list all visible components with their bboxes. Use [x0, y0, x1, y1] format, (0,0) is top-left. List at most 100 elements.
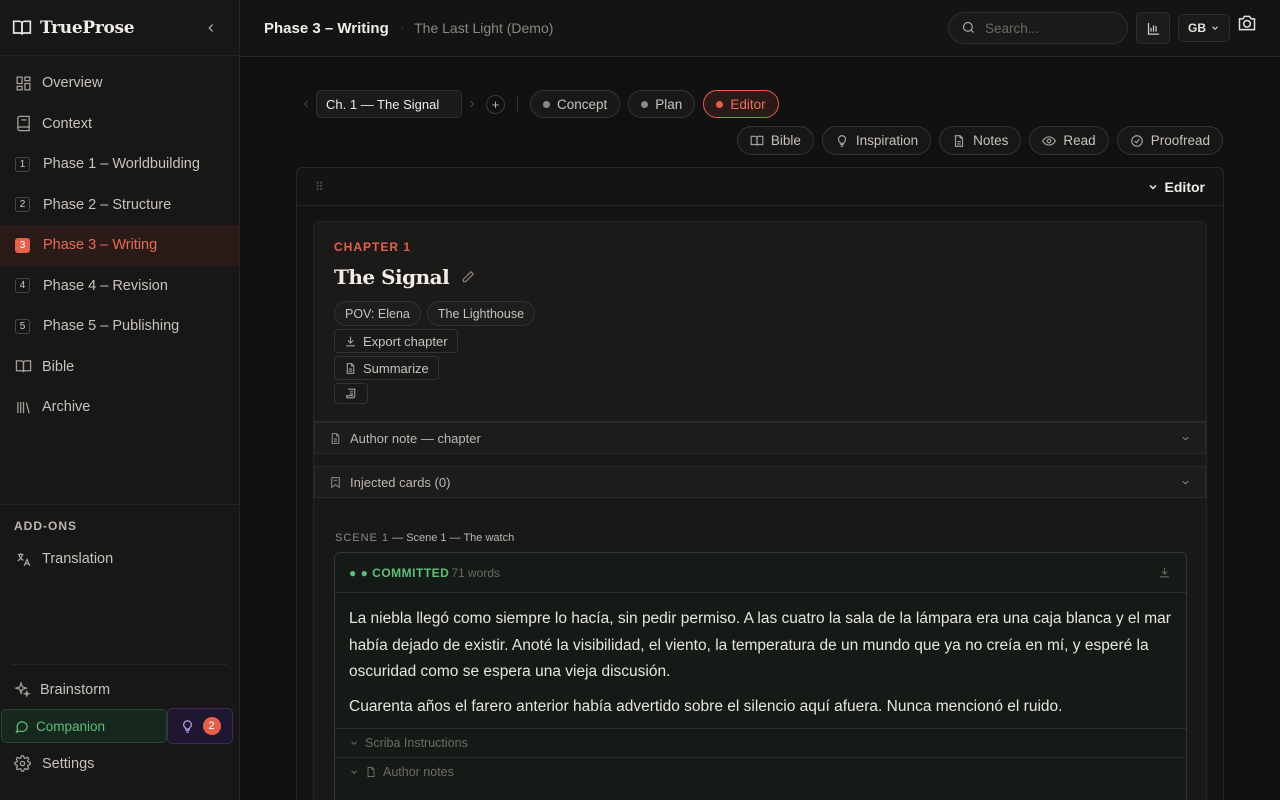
- sidebar-item-label: Context: [42, 115, 92, 132]
- ideas-count-badge: 2: [202, 717, 221, 735]
- sidebar-item-phase-3[interactable]: 3 Phase 3 – Writing: [0, 225, 239, 266]
- chevron-down-icon: [1180, 433, 1191, 444]
- sidebar-item-translation[interactable]: Translation: [0, 539, 239, 580]
- document-icon: [952, 134, 966, 148]
- bookmark-icon: [329, 476, 342, 489]
- author-note-label: Author note — chapter: [350, 430, 481, 446]
- pencil-icon[interactable]: [461, 270, 475, 284]
- chapter-toolbar: Ch. 1 — The Signal + Concept Plan Editor: [296, 89, 787, 119]
- chapter-header: CHAPTER 1 The Signal POV: Elena The Ligh…: [314, 222, 1206, 422]
- settings-label: Settings: [42, 756, 95, 772]
- gear-icon: [14, 755, 32, 773]
- bible-button[interactable]: Bible: [736, 126, 814, 155]
- phase-number-badge: 1: [15, 156, 30, 172]
- sidebar-item-label: Phase 5 – Publishing: [43, 318, 180, 335]
- language-label: GB: [1188, 21, 1206, 35]
- scriba-instructions-toggle[interactable]: Scriba Instructions: [335, 728, 1186, 757]
- notes-button[interactable]: Notes: [939, 126, 1022, 155]
- chapter-select[interactable]: Ch. 1 — The Signal: [316, 90, 462, 118]
- proofread-button[interactable]: Proofread: [1116, 126, 1223, 155]
- screenshot-button[interactable]: [1236, 12, 1258, 34]
- prev-chapter-icon[interactable]: [296, 90, 316, 118]
- inspiration-button[interactable]: Inspiration: [821, 126, 932, 155]
- tab-concept[interactable]: Concept: [530, 90, 621, 118]
- sidebar-item-label: Phase 2 – Structure: [43, 196, 172, 213]
- companion-button[interactable]: Companion: [1, 709, 167, 743]
- scene-paragraph[interactable]: Cuarenta años el farero anterior había a…: [349, 694, 1172, 721]
- summarize-button[interactable]: Summarize: [334, 356, 439, 380]
- author-notes-label: Author notes: [383, 765, 454, 779]
- chat-bubble-icon: [14, 719, 29, 734]
- tool-label: Bible: [770, 133, 801, 148]
- settings-button[interactable]: Settings: [0, 751, 239, 777]
- download-icon[interactable]: [1158, 566, 1172, 580]
- language-selector[interactable]: GB: [1178, 14, 1230, 42]
- chevron-down-icon: [349, 738, 359, 748]
- next-chapter-icon[interactable]: [462, 90, 482, 118]
- status-badge: ● ● COMMITTED: [349, 565, 450, 580]
- tab-plan[interactable]: Plan: [628, 90, 696, 118]
- tool-label: Inspiration: [855, 133, 919, 148]
- stats-button[interactable]: [1136, 12, 1170, 44]
- read-button[interactable]: Read: [1029, 126, 1109, 155]
- sidebar-item-phase-1[interactable]: 1 Phase 1 – Worldbuilding: [0, 144, 239, 185]
- tab-editor[interactable]: Editor: [703, 90, 779, 118]
- editor-collapse-toggle[interactable]: Editor: [1147, 179, 1205, 195]
- chevron-down-icon: [1180, 477, 1191, 488]
- export-chapter-button[interactable]: Export chapter: [334, 329, 458, 353]
- sidebar: TrueProse Overview Context 1 Phase 1 – W…: [0, 0, 240, 800]
- injected-cards-section[interactable]: Injected cards (0): [314, 466, 1206, 498]
- summarize-label: Summarize: [363, 360, 429, 376]
- brainstorm-button[interactable]: Brainstorm: [0, 676, 239, 704]
- pov-tag[interactable]: POV: Elena: [334, 301, 421, 326]
- sidebar-item-context[interactable]: Context: [0, 104, 239, 145]
- brainstorm-label: Brainstorm: [40, 682, 111, 698]
- scene-number: SCENE 1: [335, 532, 390, 544]
- collapse-sidebar-icon[interactable]: [199, 16, 223, 40]
- logo-book-icon: [12, 18, 32, 38]
- addons-section: ADD-ONS Translation: [0, 504, 239, 580]
- companion-label: Companion: [36, 718, 106, 734]
- chevron-down-icon: [349, 767, 359, 777]
- chapter-navigator: Ch. 1 — The Signal +: [296, 90, 505, 118]
- sidebar-nav: Overview Context 1 Phase 1 – Worldbuildi…: [0, 56, 239, 428]
- add-chapter-button[interactable]: +: [486, 94, 505, 114]
- phase-number-badge: 3: [15, 237, 30, 253]
- sidebar-item-phase-5[interactable]: 5 Phase 5 – Publishing: [0, 306, 239, 347]
- download-icon: [344, 335, 357, 348]
- editor-panel: ⠿ Editor CHAPTER 1 The Signal POV: Elena…: [296, 167, 1224, 800]
- tool-label: Notes: [973, 133, 1009, 148]
- drag-handle-icon[interactable]: ⠿: [315, 180, 324, 194]
- scene-card: ● ● COMMITTED 71 words La niebla llegó c…: [334, 552, 1187, 800]
- sidebar-item-bible[interactable]: Bible: [0, 347, 239, 388]
- scroll-button[interactable]: [334, 383, 368, 404]
- search-box[interactable]: [948, 12, 1128, 44]
- chapter-card: CHAPTER 1 The Signal POV: Elena The Ligh…: [313, 221, 1207, 800]
- panel-header: ⠿ Editor: [297, 168, 1223, 206]
- camera-icon: [1237, 13, 1257, 33]
- bar-chart-icon: [1146, 21, 1161, 36]
- scene-paragraph[interactable]: La niebla llegó como siempre lo hacía, s…: [349, 606, 1172, 686]
- sidebar-item-label: Bible: [42, 358, 75, 375]
- sidebar-item-phase-4[interactable]: 4 Phase 4 – Revision: [0, 266, 239, 307]
- ideas-button[interactable]: 2: [167, 708, 233, 744]
- sidebar-item-overview[interactable]: Overview: [0, 63, 239, 104]
- author-notes-toggle[interactable]: Author notes: [335, 757, 1186, 786]
- location-tag[interactable]: The Lighthouse: [426, 301, 536, 326]
- phase-number-badge: 4: [15, 278, 30, 294]
- search-input[interactable]: [985, 20, 1115, 36]
- phase-number-badge: 2: [15, 197, 30, 213]
- project-name: The Last Light (Demo): [414, 20, 554, 36]
- sparkles-icon: [14, 681, 32, 699]
- document-icon: [344, 362, 357, 375]
- phase-number-badge: 5: [15, 318, 30, 334]
- scene-text[interactable]: La niebla llegó como siempre lo hacía, s…: [335, 593, 1186, 720]
- sidebar-item-phase-2[interactable]: 2 Phase 2 – Structure: [0, 185, 239, 226]
- author-note-section[interactable]: Author note — chapter: [314, 422, 1206, 454]
- search-icon: [961, 20, 977, 36]
- open-book-icon: [750, 134, 764, 148]
- injected-cards-label: Injected cards (0): [350, 474, 451, 490]
- sidebar-item-label: Phase 3 – Writing: [43, 237, 158, 254]
- eye-icon: [1042, 134, 1057, 148]
- sidebar-item-archive[interactable]: Archive: [0, 387, 239, 428]
